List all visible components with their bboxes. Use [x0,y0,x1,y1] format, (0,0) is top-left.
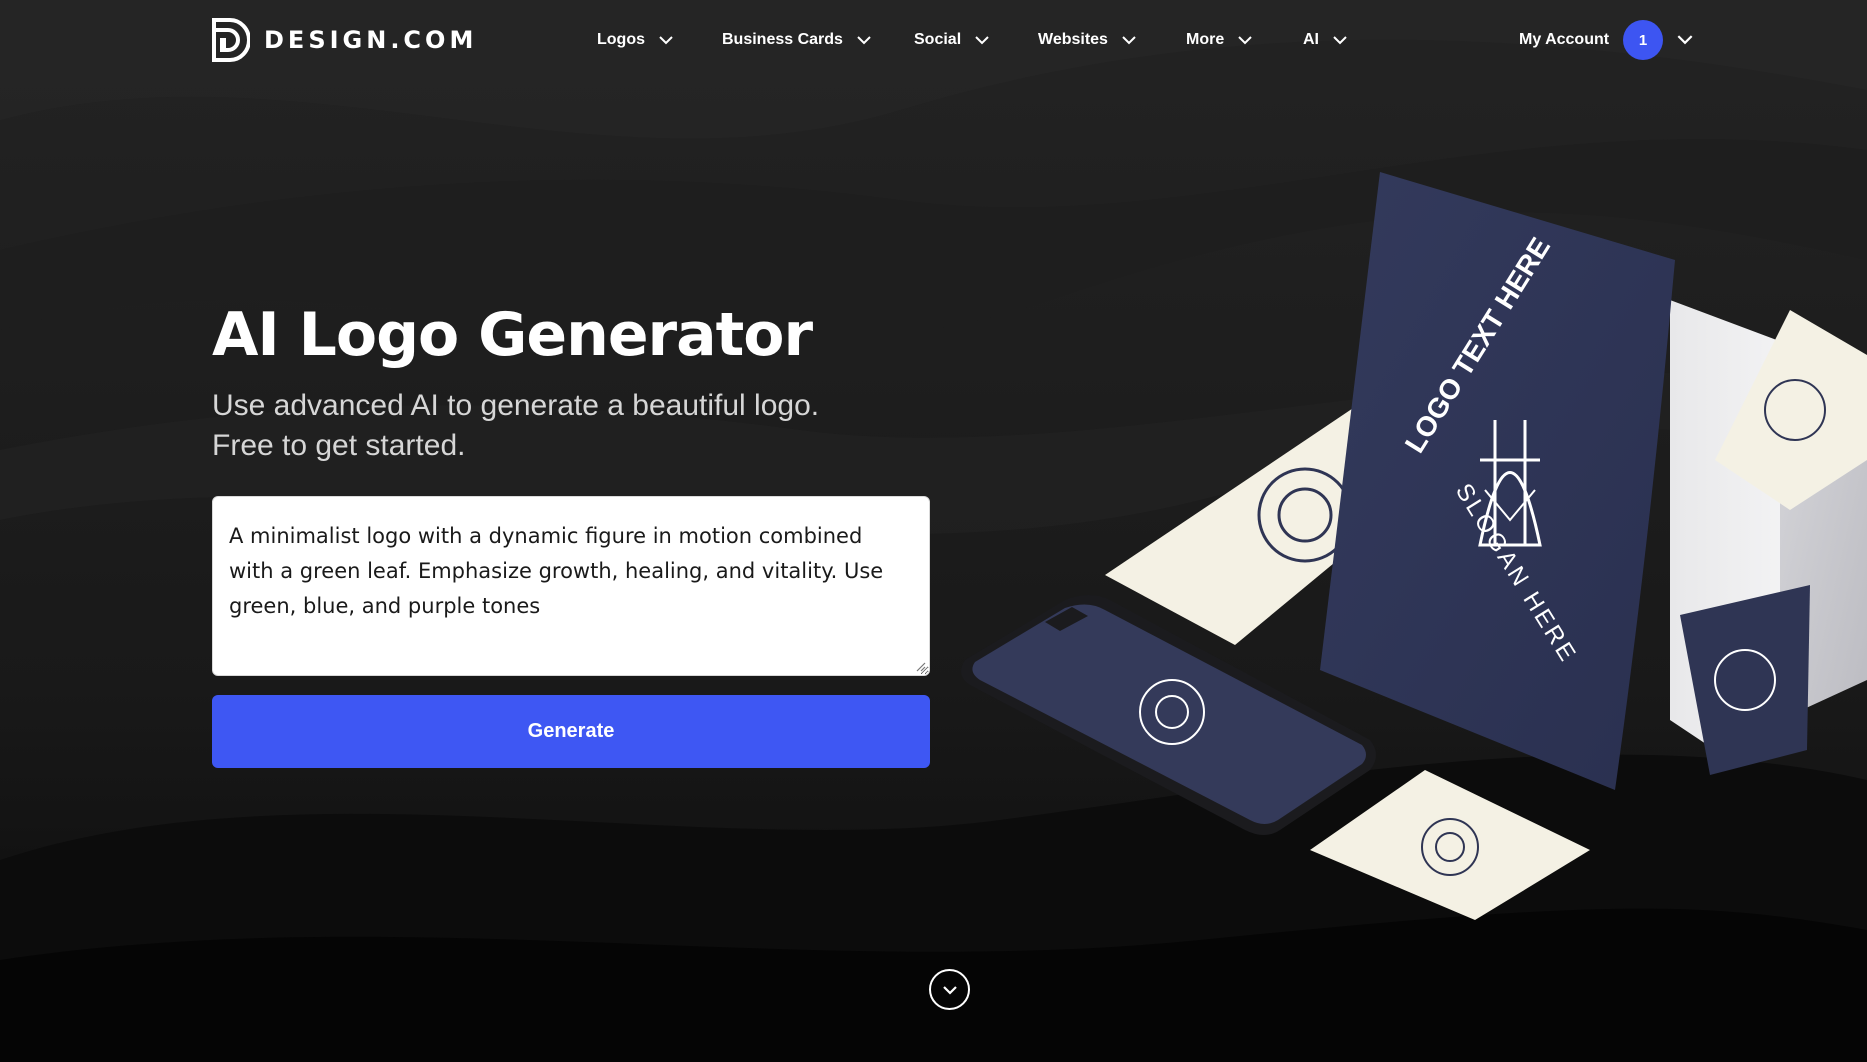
resize-handle-icon[interactable] [914,660,926,672]
nav-item-label: AI [1303,31,1319,48]
account-menu[interactable]: My Account 1 [1519,19,1693,61]
nav-item-social[interactable]: Social [914,26,989,54]
nav-item-logos[interactable]: Logos [597,26,673,54]
logo-prompt-textarea[interactable]: A minimalist logo with a dynamic figure … [212,496,930,676]
chevron-down-icon [1238,35,1252,44]
generate-button[interactable]: Generate [212,695,930,768]
account-label: My Account [1519,31,1610,48]
nav-item-websites[interactable]: Websites [1038,26,1136,54]
nav-item-label: Social [914,31,962,48]
page-title: AI Logo Generator [212,300,813,370]
chevron-down-icon [1677,35,1693,45]
design-com-logo-icon [212,18,250,62]
site-header: DESIGN.COM Logos Business Cards Social W… [0,0,1867,80]
mockup-business-card-navy [1680,585,1810,775]
nav-item-business-cards[interactable]: Business Cards [722,26,871,54]
chevron-down-icon [659,35,673,44]
mockup-illustration: LOGO TEXT HERE SLOGAN HERE [950,160,1867,940]
hero-subtitle: Use advanced AI to generate a beautiful … [212,386,932,466]
nav-item-label: Logos [597,31,645,48]
chevron-down-icon [1122,35,1136,44]
nav-item-label: Business Cards [722,31,843,48]
chevron-down-icon [1333,35,1347,44]
nav-item-ai[interactable]: AI [1303,26,1347,54]
chevron-down-circle-icon [942,985,957,995]
hero-subtitle-line-1: Use advanced AI to generate a beautiful … [212,389,820,422]
prompt-text: A minimalist logo with a dynamic figure … [229,524,884,618]
scroll-down-button[interactable] [929,969,970,1010]
mockup-business-card-bottom [1310,770,1590,920]
brand-logo[interactable]: DESIGN.COM [212,18,477,62]
hero-subtitle-line-2: Free to get started. [212,429,466,462]
brand-name: DESIGN.COM [264,26,478,54]
chevron-down-icon [857,35,871,44]
nav-item-label: Websites [1038,31,1108,48]
chevron-down-icon [975,35,989,44]
nav-item-more[interactable]: More [1186,26,1252,54]
mockup-phone [961,595,1376,835]
account-badge: 1 [1623,20,1664,60]
nav-item-label: More [1186,31,1225,48]
mockup-poster: LOGO TEXT HERE SLOGAN HERE [1320,172,1675,790]
